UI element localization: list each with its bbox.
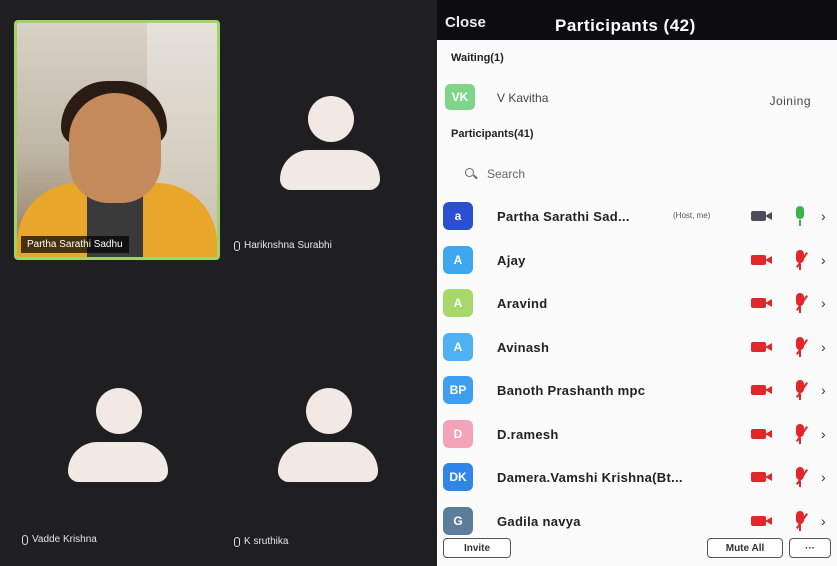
mic-icon — [234, 240, 240, 251]
mic-icon — [22, 534, 28, 545]
tile-name-label: Hariknshna Surabhi — [234, 240, 332, 251]
video-camera-icon[interactable] — [751, 254, 773, 266]
joining-status: Joining — [769, 94, 811, 108]
microphone-icon[interactable] — [793, 423, 808, 446]
participant-row[interactable]: D D.ramesh › — [437, 414, 837, 458]
mic-icon — [234, 536, 240, 547]
host-tag: (Host, me) — [673, 211, 711, 220]
participant-name: Gadila navya — [497, 513, 581, 529]
participant-name: Damera.Vamshi Krishna(Bt... — [497, 470, 683, 485]
video-tile[interactable]: Hariknshna Surabhi — [232, 20, 432, 260]
tile-name-label: K sruthika — [234, 536, 288, 547]
video-camera-icon[interactable] — [751, 341, 773, 353]
chevron-right-icon[interactable]: › — [821, 513, 826, 529]
video-camera-icon[interactable] — [751, 210, 773, 222]
chevron-right-icon[interactable]: › — [821, 339, 826, 355]
video-grid: Partha Sarathi Sadhu Hariknshna Surabhi … — [0, 0, 437, 566]
microphone-icon[interactable] — [793, 510, 808, 533]
avatar: A — [443, 289, 473, 317]
video-camera-icon[interactable] — [751, 384, 773, 396]
waiting-participant-row[interactable]: VK V Kavitha Joining — [437, 82, 837, 112]
participant-row[interactable]: a Partha Sarathi Sad... (Host, me) › — [437, 196, 837, 240]
microphone-icon[interactable] — [793, 249, 808, 272]
chevron-right-icon[interactable]: › — [821, 426, 826, 442]
avatar: D — [443, 419, 473, 448]
self-name-tag: Partha Sarathi Sadhu — [21, 236, 129, 253]
panel-header: Close Participants (42) — [437, 0, 837, 40]
avatar: G — [443, 506, 473, 535]
avatar: VK — [445, 84, 475, 110]
video-tile[interactable]: Vadde Krishna — [14, 300, 220, 556]
search-placeholder: Search — [487, 167, 526, 181]
participant-list: a Partha Sarathi Sad... (Host, me) › A Ajay › A… — [437, 196, 837, 544]
video-camera-icon[interactable] — [751, 471, 773, 483]
microphone-icon[interactable] — [793, 293, 808, 315]
mute-all-button[interactable]: Mute All — [707, 538, 783, 558]
microphone-icon[interactable] — [793, 206, 807, 228]
chevron-right-icon[interactable]: › — [821, 295, 826, 311]
participant-name: Ajay — [497, 252, 526, 268]
search-input[interactable]: Search — [465, 164, 525, 184]
avatar: BP — [443, 376, 473, 404]
invite-button[interactable]: Invite — [443, 538, 511, 558]
participant-row[interactable]: A Ajay › — [437, 240, 837, 284]
avatar: A — [443, 245, 473, 274]
avatar: a — [443, 202, 473, 230]
participant-row[interactable]: DK Damera.Vamshi Krishna(Bt... › — [437, 457, 837, 501]
more-options-button[interactable]: ··· — [789, 538, 831, 558]
participant-row[interactable]: A Avinash › — [437, 327, 837, 371]
panel-title: Participants (42) — [555, 16, 696, 35]
chevron-right-icon[interactable]: › — [821, 382, 826, 398]
participant-row[interactable]: BP Banoth Prashanth mpc › — [437, 370, 837, 414]
chevron-right-icon[interactable]: › — [821, 469, 826, 485]
participant-name: Aravind — [497, 296, 548, 311]
avatar: DK — [443, 463, 473, 491]
microphone-icon[interactable] — [793, 380, 808, 402]
microphone-icon[interactable] — [793, 336, 808, 359]
participant-row[interactable]: A Aravind › — [437, 283, 837, 327]
avatar-placeholder-icon — [278, 388, 378, 488]
video-camera-icon[interactable] — [751, 297, 773, 309]
video-camera-icon[interactable] — [751, 428, 773, 440]
search-icon — [465, 168, 477, 180]
chevron-right-icon[interactable]: › — [821, 208, 826, 224]
avatar: A — [443, 332, 473, 361]
participants-section-label: Participants(41) — [451, 128, 534, 140]
participant-name: Banoth Prashanth mpc — [497, 383, 646, 398]
avatar-placeholder-icon — [68, 388, 168, 488]
participant-name: Partha Sarathi Sad... — [497, 209, 630, 224]
waiting-section-label: Waiting(1) — [451, 52, 504, 64]
person-face — [69, 93, 161, 203]
video-camera-icon[interactable] — [751, 515, 773, 527]
participant-name: Avinash — [497, 339, 550, 355]
tile-name-label: Vadde Krishna — [22, 534, 97, 545]
microphone-icon[interactable] — [793, 467, 808, 489]
video-tile[interactable]: K sruthika — [232, 300, 432, 556]
waiting-participant-name: V Kavitha — [497, 91, 549, 105]
close-button[interactable]: Close — [445, 14, 486, 31]
avatar-placeholder-icon — [280, 96, 380, 196]
participants-panel: Close Participants (42) Waiting(1) VK V … — [437, 0, 837, 566]
self-video-tile[interactable]: Partha Sarathi Sadhu — [14, 20, 220, 260]
chevron-right-icon[interactable]: › — [821, 252, 826, 268]
participant-name: D.ramesh — [497, 426, 559, 442]
